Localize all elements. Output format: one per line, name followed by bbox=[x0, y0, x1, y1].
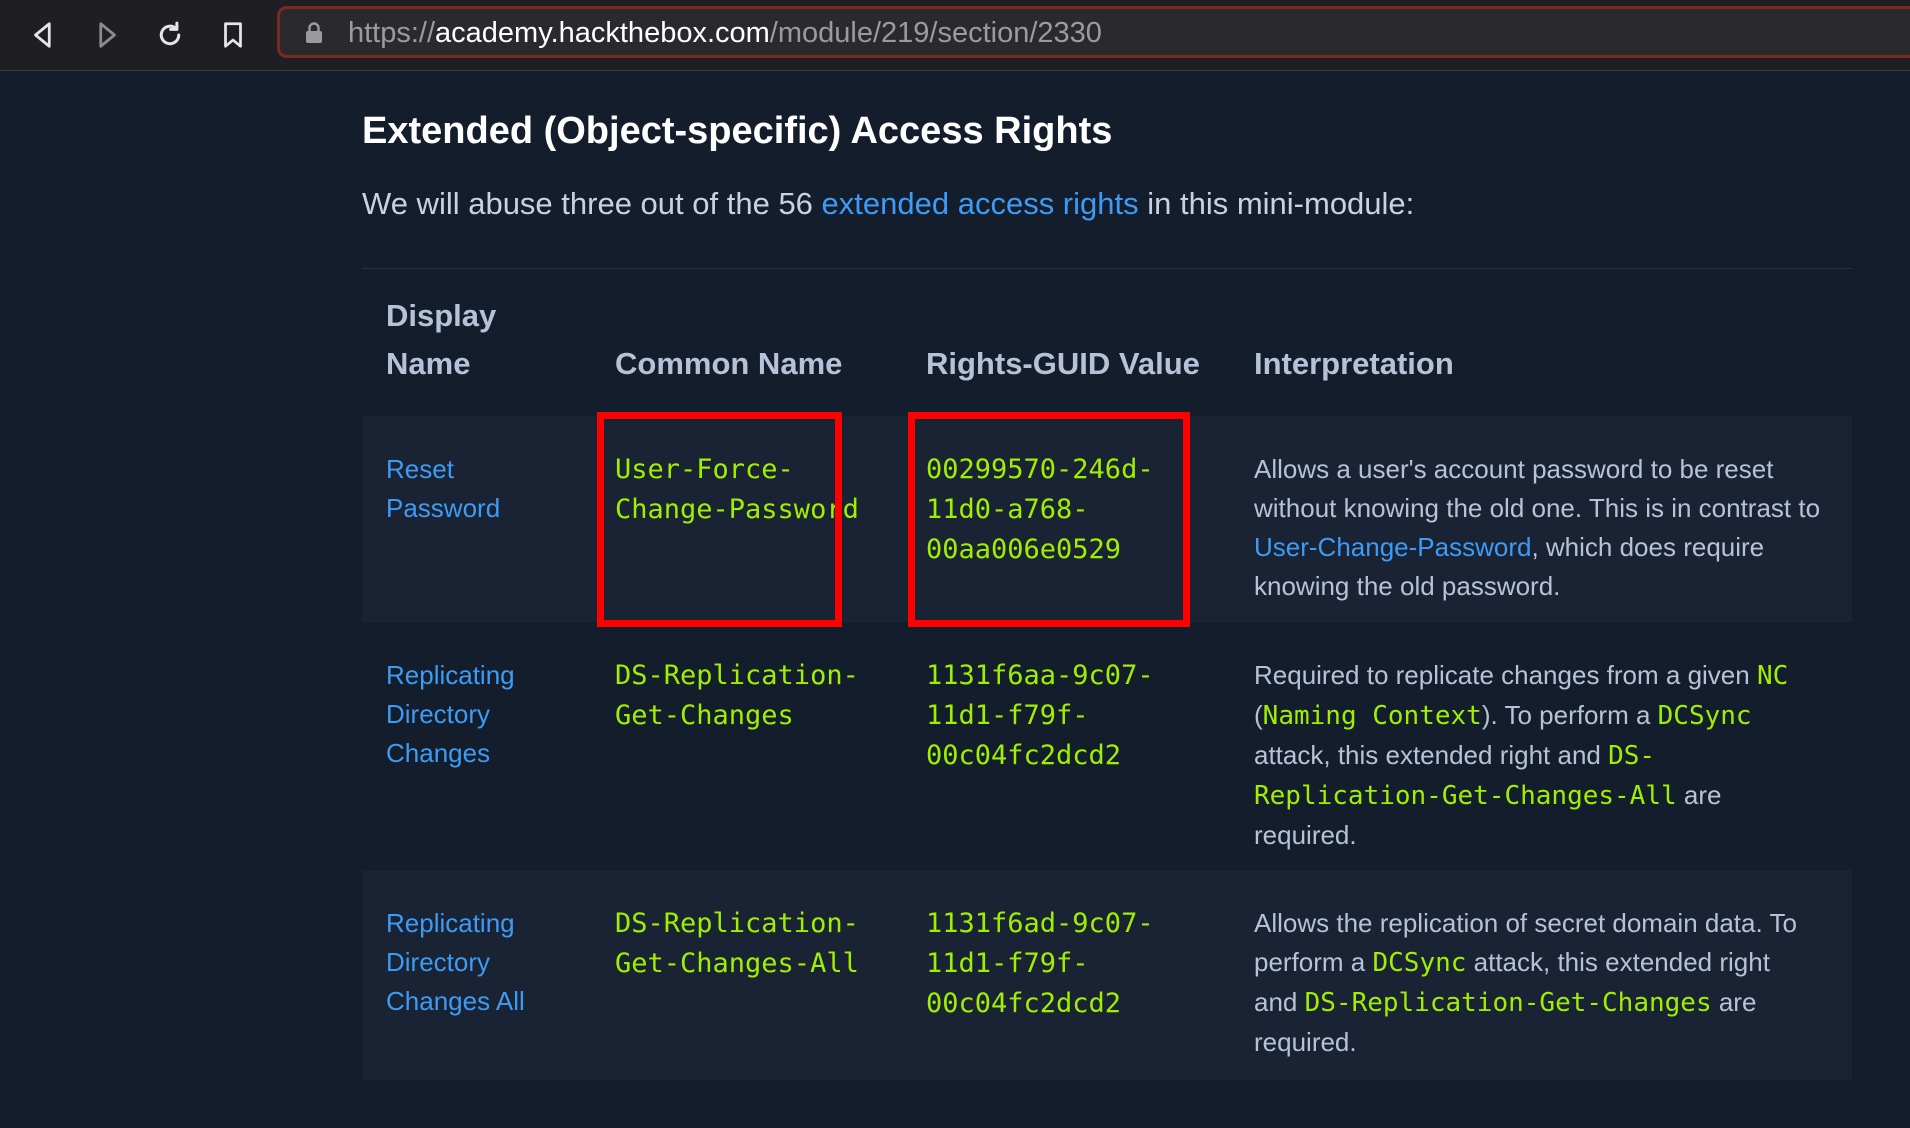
interp-line: Replication-Get-Changes-All are bbox=[1254, 780, 1722, 811]
url-scheme: https:// bbox=[348, 17, 436, 49]
interp-line: User-Change-Password, which does require bbox=[1254, 532, 1765, 562]
interp-line: perform a DCSync attack, this extended r… bbox=[1254, 947, 1770, 978]
interp-line: required. bbox=[1254, 1027, 1357, 1057]
guid-cell: 1131f6aa-9c07- 11d1-f79f- 00c04fc2dcd2 bbox=[926, 656, 1154, 776]
interp-line: attack, this extended right and DS- bbox=[1254, 740, 1656, 771]
back-icon bbox=[34, 22, 51, 48]
reset-password-link[interactable]: Reset Password bbox=[386, 454, 500, 523]
guid-line: 11d1-f79f- bbox=[926, 700, 1089, 731]
header-common-name: Common Name bbox=[615, 346, 843, 381]
interp-line: required. bbox=[1254, 820, 1357, 850]
interpretation-cell: Allows the replication of secret domain … bbox=[1254, 904, 1797, 1062]
guid-line: 1131f6ad-9c07- bbox=[926, 908, 1154, 939]
url-host: academy.hackthebox.com bbox=[435, 17, 770, 49]
common-name-cell: DS-Replication- Get-Changes-All bbox=[615, 904, 859, 984]
intro-after: in this mini-module: bbox=[1138, 186, 1415, 221]
back-button[interactable] bbox=[24, 16, 62, 54]
header-interpretation: Interpretation bbox=[1254, 346, 1454, 381]
interpretation-cell: Required to replicate changes from a giv… bbox=[1254, 656, 1788, 855]
url-path: /module/219/section/2330 bbox=[769, 17, 1102, 49]
highlight-box-common-name bbox=[597, 412, 842, 627]
browser-toolbar: https://academy.hackthebox.com/module/21… bbox=[0, 0, 1910, 71]
display-name-cell: Replicating Directory Changes All bbox=[386, 904, 525, 1021]
display-name-cell: Reset Password bbox=[386, 450, 500, 528]
url-text: https://academy.hackthebox.com/module/21… bbox=[348, 18, 1102, 48]
reload-button[interactable] bbox=[151, 16, 189, 54]
guid-line: 00c04fc2dcd2 bbox=[926, 740, 1122, 771]
common-name-line: DS-Replication- bbox=[615, 908, 859, 939]
table-row: Replicating Directory Changes All DS-Repli… bbox=[362, 870, 1852, 1080]
replicating-directory-changes-all-link[interactable]: Replicating Directory Changes All bbox=[386, 908, 525, 1016]
user-change-password-link[interactable]: User-Change-Password bbox=[1254, 532, 1531, 562]
bookmark-icon bbox=[224, 22, 242, 48]
interp-line: (Naming Context). To perform a DCSync bbox=[1254, 700, 1752, 731]
guid-line: 11d1-f79f- bbox=[926, 948, 1089, 979]
header-guid: Rights-GUID Value bbox=[926, 346, 1200, 381]
lock-icon bbox=[306, 22, 322, 43]
header-display-line1: Display bbox=[386, 298, 497, 333]
interp-line: Allows a user's account password to be r… bbox=[1254, 454, 1774, 484]
divider bbox=[362, 268, 1852, 269]
intro-before: We will abuse three out of the 56 bbox=[362, 186, 822, 221]
table-row: Replicating Directory Changes DS-Replicati… bbox=[362, 622, 1852, 870]
interp-line: and DS-Replication-Get-Changes are bbox=[1254, 987, 1757, 1018]
forward-button[interactable] bbox=[88, 16, 126, 54]
interp-line: knowing the old password. bbox=[1254, 571, 1561, 601]
common-name-cell: DS-Replication- Get-Changes bbox=[615, 656, 859, 736]
extended-access-rights-link[interactable]: extended access rights bbox=[822, 186, 1139, 221]
replicating-directory-changes-link[interactable]: Replicating Directory Changes bbox=[386, 660, 515, 768]
common-name-line: DS-Replication- bbox=[615, 660, 859, 691]
intro-text: We will abuse three out of the 56 extend… bbox=[362, 186, 1414, 222]
address-bar[interactable]: https://academy.hackthebox.com/module/21… bbox=[277, 6, 1910, 58]
display-name-cell: Replicating Directory Changes bbox=[386, 656, 515, 773]
guid-cell: 1131f6ad-9c07- 11d1-f79f- 00c04fc2dcd2 bbox=[926, 904, 1154, 1024]
reload-icon bbox=[159, 21, 181, 46]
page-title: Extended (Object-specific) Access Rights bbox=[362, 110, 1113, 152]
interpretation-cell: Allows a user's account password to be r… bbox=[1254, 450, 1820, 606]
interp-line: Required to replicate changes from a giv… bbox=[1254, 660, 1789, 691]
guid-line: 1131f6aa-9c07- bbox=[926, 660, 1154, 691]
bookmark-button[interactable] bbox=[214, 16, 252, 54]
guid-line: 00c04fc2dcd2 bbox=[926, 988, 1122, 1019]
common-name-line: Get-Changes bbox=[615, 700, 794, 731]
common-name-line: Get-Changes-All bbox=[615, 948, 859, 979]
forward-icon bbox=[99, 22, 116, 48]
header-display-name: Display Name bbox=[386, 292, 496, 388]
interp-line: without knowing the old one. This is in … bbox=[1254, 493, 1821, 523]
interp-line: Allows the replication of secret domain … bbox=[1254, 908, 1797, 938]
highlight-box-guid bbox=[908, 412, 1190, 627]
header-display-line2: Name bbox=[386, 346, 471, 381]
